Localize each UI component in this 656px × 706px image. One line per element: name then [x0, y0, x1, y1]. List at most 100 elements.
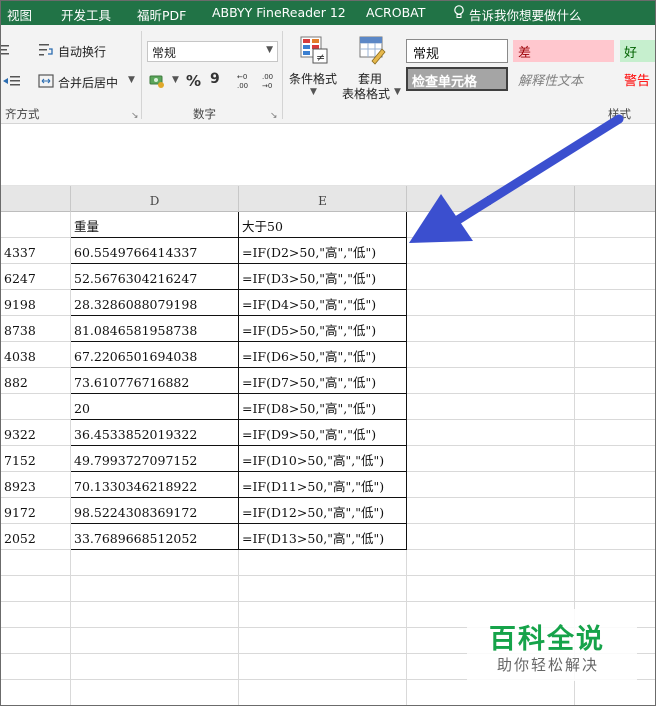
cell-e[interactable]: =IF(D9>50,"高","低")	[239, 420, 407, 446]
column-header-e[interactable]: E	[239, 186, 407, 212]
cell-c[interactable]: 9172	[1, 498, 71, 524]
increase-decimal-icon[interactable]: ←0 .00	[235, 71, 255, 91]
empty-cell[interactable]	[71, 628, 239, 654]
cell-c[interactable]: 4038	[1, 342, 71, 368]
cell-f[interactable]	[407, 394, 575, 420]
cell-g[interactable]	[575, 264, 655, 290]
cell-g1[interactable]	[575, 212, 655, 238]
cell-f[interactable]	[407, 342, 575, 368]
column-header-g-partial[interactable]	[575, 186, 655, 212]
cell-f[interactable]	[407, 238, 575, 264]
cell-c[interactable]: 9198	[1, 290, 71, 316]
cell-g[interactable]	[575, 420, 655, 446]
cell-e[interactable]: =IF(D6>50,"高","低")	[239, 342, 407, 368]
wrap-text-button[interactable]: 自动换行	[58, 43, 106, 60]
column-header-f[interactable]: F	[407, 186, 575, 212]
cell-g[interactable]	[575, 524, 655, 550]
empty-cell[interactable]	[575, 576, 655, 602]
empty-cell[interactable]	[71, 550, 239, 576]
cell-c[interactable]: 9322	[1, 420, 71, 446]
cell-d[interactable]: 28.3286088079198	[71, 290, 239, 316]
comma-style-button[interactable]: 9	[210, 71, 220, 87]
format-as-table-chevron-icon[interactable]: ▼	[394, 87, 401, 97]
cell-c1[interactable]	[1, 212, 71, 238]
cell-f1[interactable]	[407, 212, 575, 238]
empty-cell[interactable]	[239, 576, 407, 602]
tab-view[interactable]: 视图	[7, 5, 32, 24]
cell-e[interactable]: =IF(D8>50,"高","低")	[239, 394, 407, 420]
cell-c[interactable]: 2052	[1, 524, 71, 550]
merge-center-button[interactable]: 合并后居中	[58, 74, 118, 91]
tab-acrobat[interactable]: ACROBAT	[366, 5, 425, 20]
cell-d[interactable]: 81.0846581958738	[71, 316, 239, 342]
cell-d[interactable]: 36.4533852019322	[71, 420, 239, 446]
conditional-format-chevron-icon[interactable]: ▼	[310, 87, 317, 97]
column-header-d[interactable]: D	[71, 186, 239, 212]
cell-g[interactable]	[575, 472, 655, 498]
number-launcher-icon[interactable]: ↘	[270, 111, 278, 121]
cell-d[interactable]: 52.5676304216247	[71, 264, 239, 290]
currency-icon[interactable]	[149, 73, 169, 89]
cell-d[interactable]: 20	[71, 394, 239, 420]
cell-e1[interactable]: 大于50	[239, 212, 407, 238]
empty-cell[interactable]	[71, 680, 239, 705]
style-warning[interactable]: 警告	[620, 68, 655, 90]
cell-e[interactable]: =IF(D4>50,"高","低")	[239, 290, 407, 316]
cell-e[interactable]: =IF(D11>50,"高","低")	[239, 472, 407, 498]
style-normal[interactable]: 常规	[406, 39, 508, 63]
empty-cell[interactable]	[575, 550, 655, 576]
cell-g[interactable]	[575, 498, 655, 524]
column-header-c-partial[interactable]	[1, 186, 71, 212]
cell-f[interactable]	[407, 472, 575, 498]
empty-cell[interactable]	[239, 628, 407, 654]
cell-e[interactable]: =IF(D2>50,"高","低")	[239, 238, 407, 264]
cell-g[interactable]	[575, 238, 655, 264]
cell-e[interactable]: =IF(D3>50,"高","低")	[239, 264, 407, 290]
style-good[interactable]: 好	[620, 40, 655, 62]
empty-cell[interactable]	[1, 654, 71, 680]
cell-d[interactable]: 70.1330346218922	[71, 472, 239, 498]
cell-g[interactable]	[575, 342, 655, 368]
cell-c[interactable]: 882	[1, 368, 71, 394]
cell-f[interactable]	[407, 264, 575, 290]
conditional-format-button[interactable]: 条件格式	[289, 70, 337, 87]
cell-c[interactable]: 8738	[1, 316, 71, 342]
cell-f[interactable]	[407, 446, 575, 472]
percent-button[interactable]: %	[186, 72, 201, 90]
empty-cell[interactable]	[407, 550, 575, 576]
cell-g[interactable]	[575, 446, 655, 472]
cell-c[interactable]	[1, 394, 71, 420]
cell-c[interactable]: 4337	[1, 238, 71, 264]
cell-c[interactable]: 7152	[1, 446, 71, 472]
cell-g[interactable]	[575, 316, 655, 342]
cell-d1[interactable]: 重量	[71, 212, 239, 238]
cell-f[interactable]	[407, 498, 575, 524]
cell-c[interactable]: 6247	[1, 264, 71, 290]
empty-cell[interactable]	[1, 628, 71, 654]
empty-cell[interactable]	[71, 654, 239, 680]
cell-d[interactable]: 67.2206501694038	[71, 342, 239, 368]
align-icon-partial[interactable]	[1, 43, 11, 57]
empty-cell[interactable]	[1, 680, 71, 705]
empty-cell[interactable]	[71, 576, 239, 602]
empty-cell[interactable]	[239, 654, 407, 680]
cell-g[interactable]	[575, 290, 655, 316]
tab-developer[interactable]: 开发工具	[61, 5, 111, 24]
cell-d[interactable]: 33.7689668512052	[71, 524, 239, 550]
cell-d[interactable]: 49.7993727097152	[71, 446, 239, 472]
cell-f[interactable]	[407, 524, 575, 550]
empty-cell[interactable]	[407, 680, 575, 705]
empty-cell[interactable]	[239, 680, 407, 705]
cell-f[interactable]	[407, 316, 575, 342]
empty-cell[interactable]	[407, 576, 575, 602]
number-format-dropdown[interactable]: 常规 ▼	[147, 41, 278, 62]
cell-e[interactable]: =IF(D10>50,"高","低")	[239, 446, 407, 472]
cell-g[interactable]	[575, 394, 655, 420]
cell-f[interactable]	[407, 368, 575, 394]
style-check-cell[interactable]: 检查单元格	[406, 67, 508, 91]
empty-cell[interactable]	[1, 576, 71, 602]
alignment-launcher-icon[interactable]: ↘	[131, 111, 139, 121]
indent-icon[interactable]	[1, 73, 25, 89]
decrease-decimal-icon[interactable]: .00 →0	[260, 71, 280, 91]
cell-e[interactable]: =IF(D12>50,"高","低")	[239, 498, 407, 524]
